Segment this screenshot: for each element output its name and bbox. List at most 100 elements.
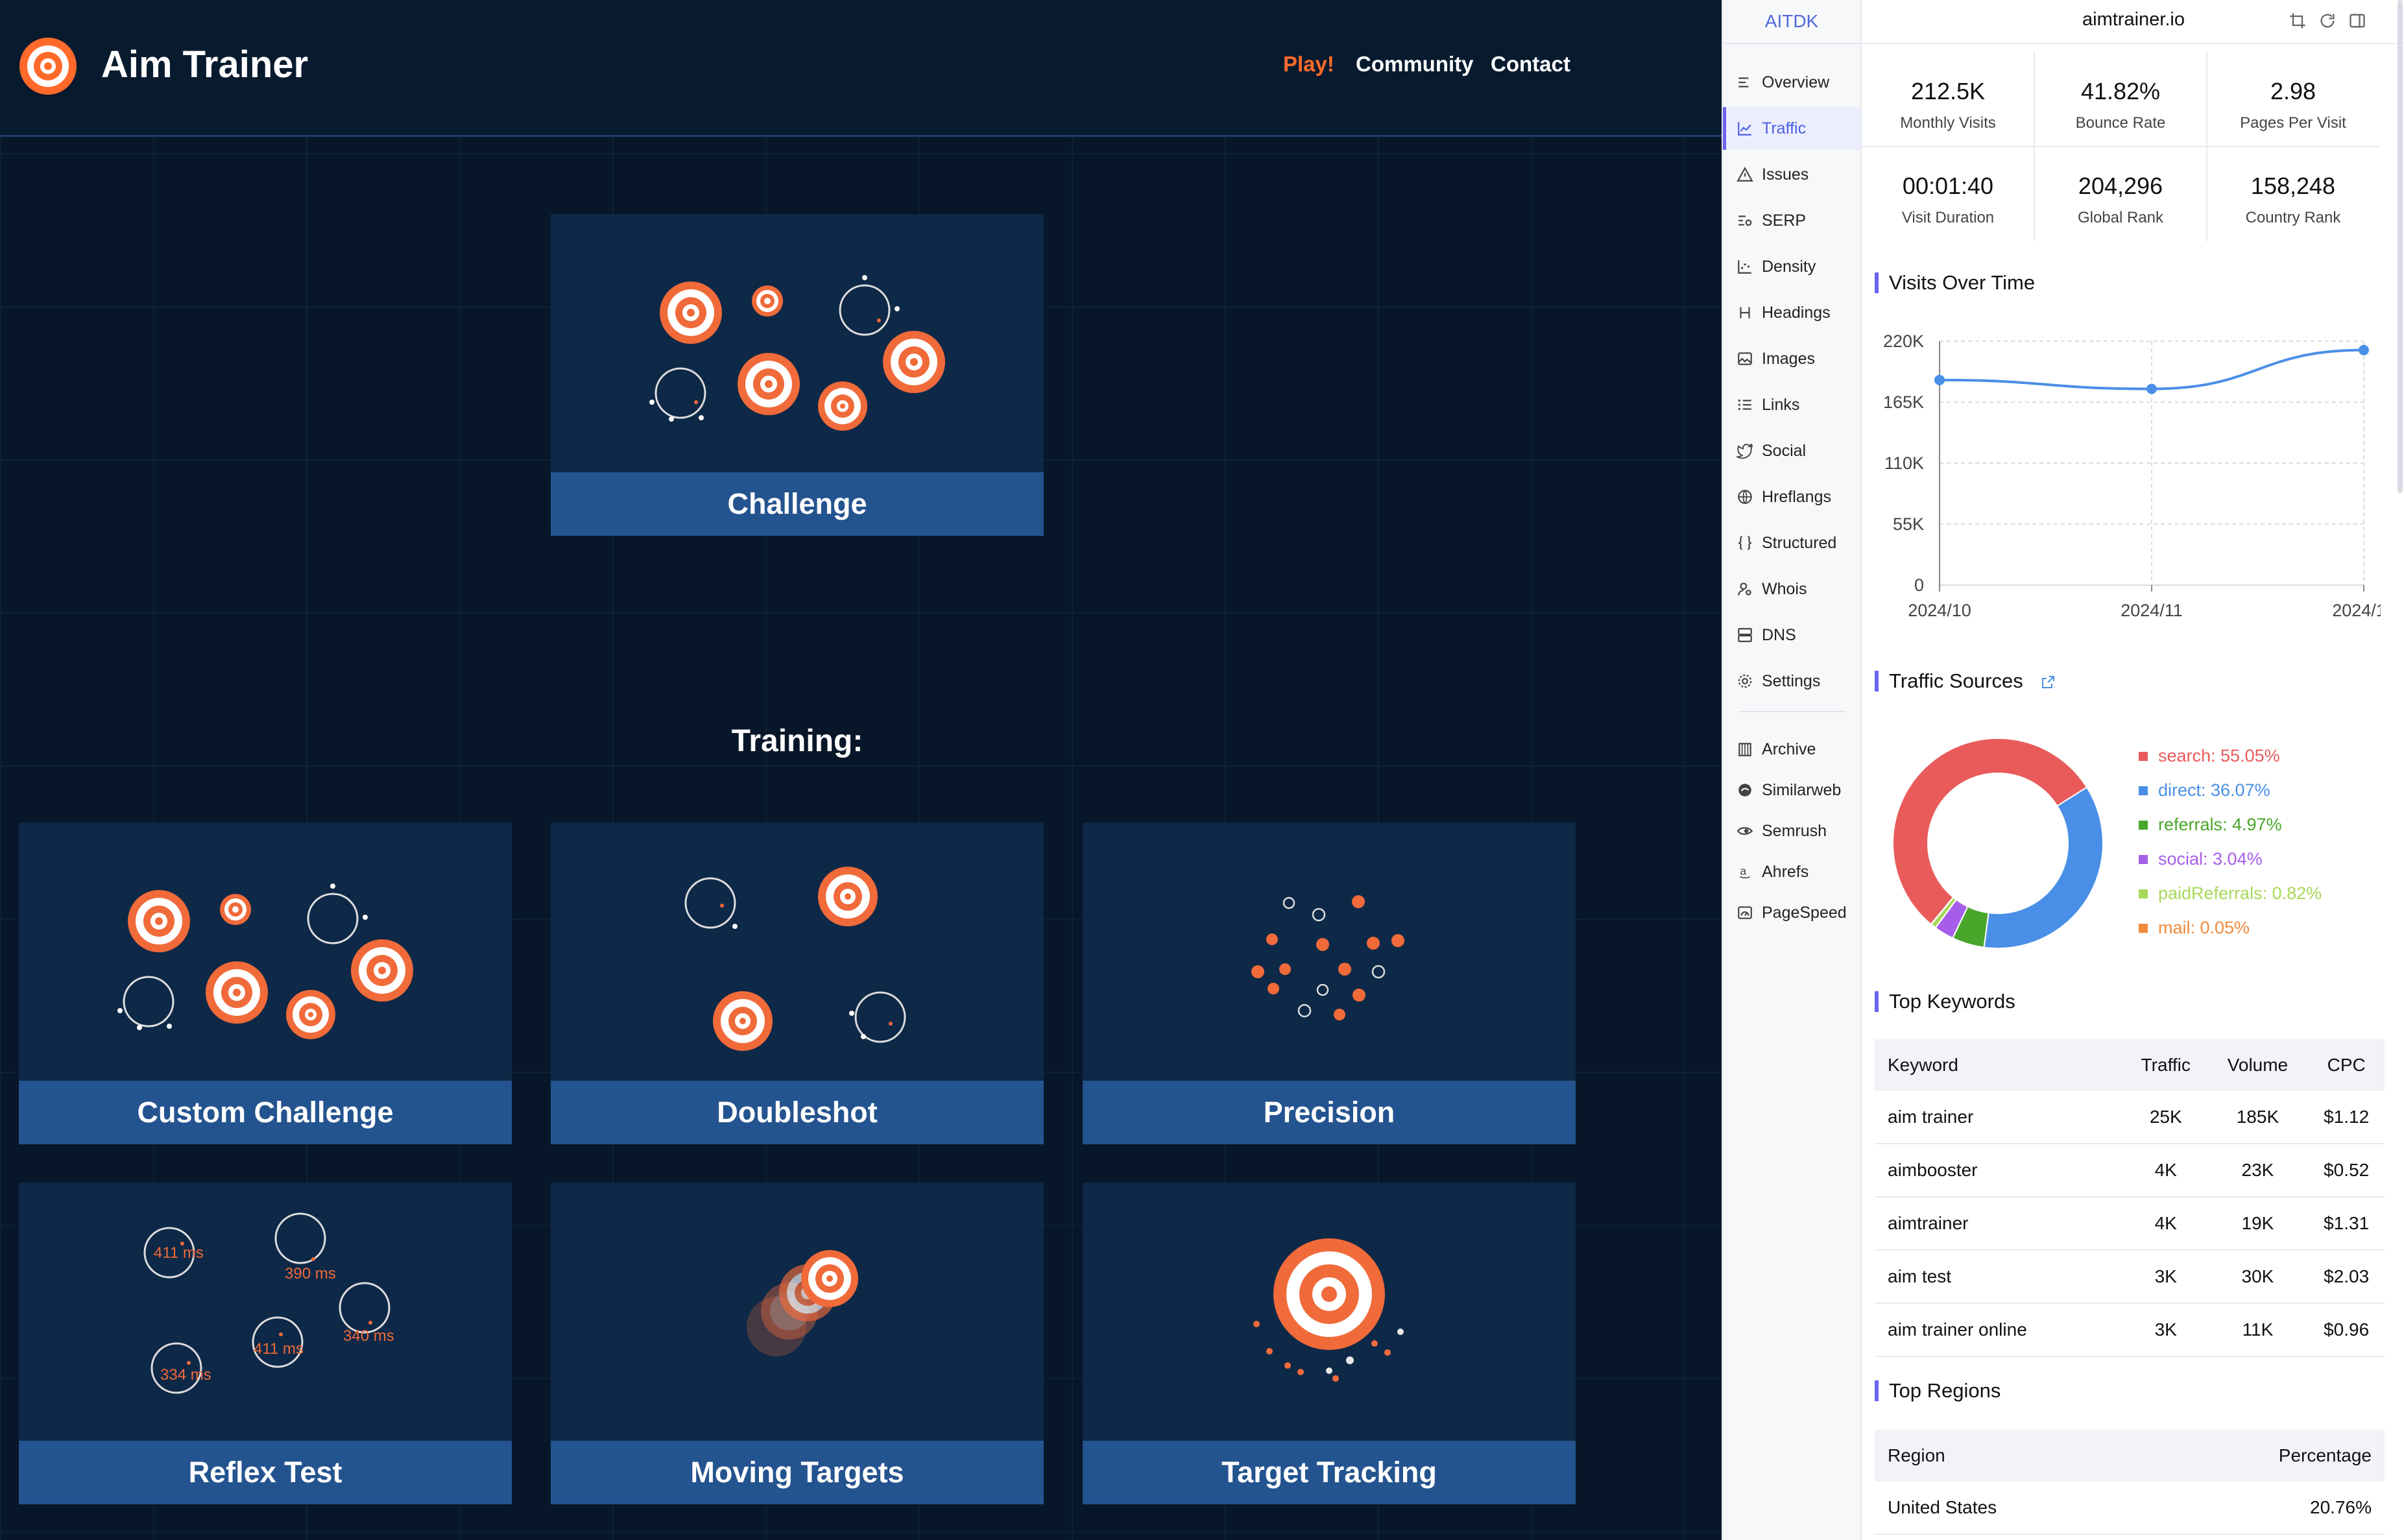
y-tick-label: 0 xyxy=(1914,575,1924,595)
ahrefs-icon: a xyxy=(1736,863,1754,881)
overview-icon xyxy=(1736,73,1754,91)
target-logo-icon[interactable] xyxy=(18,36,78,96)
legend-swatch xyxy=(2139,923,2148,933)
legend-swatch xyxy=(2139,854,2148,864)
precision-label[interactable]: Precision xyxy=(1083,1081,1576,1144)
doubleshot-card[interactable]: Doubleshot xyxy=(551,823,1044,1144)
legend-item-referrals[interactable]: referrals: 4.97% xyxy=(2139,815,2282,835)
legend-swatch xyxy=(2139,751,2148,761)
sidebar-item-serp[interactable]: SERP xyxy=(1723,199,1860,242)
sidebar-item-overview[interactable]: Overview xyxy=(1723,61,1860,104)
sidebar-item-ahrefs[interactable]: a Ahrefs xyxy=(1723,850,1860,893)
warning-icon xyxy=(1736,165,1754,184)
legend-swatch xyxy=(2139,820,2148,830)
svg-text:a: a xyxy=(1740,864,1746,877)
legend-item-paidReferrals[interactable]: paidReferrals: 0.82% xyxy=(2139,884,2322,904)
sidebar-item-label: Social xyxy=(1762,441,1807,460)
nav-play-link[interactable]: Play! xyxy=(1283,52,1334,77)
table-cell: 11K xyxy=(2207,1303,2309,1357)
table-row[interactable]: aimbooster 4K 23K $0.52 xyxy=(1875,1144,2385,1197)
precision-card[interactable]: Precision xyxy=(1083,823,1576,1144)
custom-challenge-card[interactable]: Custom Challenge xyxy=(19,823,512,1144)
challenge-label[interactable]: Challenge xyxy=(551,472,1044,536)
sidebar-item-structured[interactable]: Structured xyxy=(1723,522,1860,564)
table-cell: aimtrainer xyxy=(1875,1197,2124,1251)
table-header-cell: Keyword xyxy=(1875,1039,2124,1091)
sidebar-item-label: Traffic xyxy=(1762,119,1807,138)
doubleshot-label[interactable]: Doubleshot xyxy=(551,1081,1044,1144)
stat-label: Bounce Rate xyxy=(2075,114,2166,132)
x-tick-label: 2024/10 xyxy=(1908,601,1971,620)
stat-country-rank: 158,248 Country Rank xyxy=(2207,147,2379,239)
table-cell: $0.52 xyxy=(2308,1144,2385,1197)
sidebar-item-hreflangs[interactable]: Hreflangs xyxy=(1723,475,1860,518)
dock-layout-icon[interactable] xyxy=(2348,12,2366,30)
table-row[interactable]: aim trainer online 3K 11K $0.96 xyxy=(1875,1303,2385,1357)
reflex-test-label[interactable]: Reflex Test xyxy=(19,1441,512,1504)
sidebar-item-images[interactable]: Images xyxy=(1723,337,1860,380)
stats-grid: 212.5K Monthly Visits 41.82% Bounce Rate 2… xyxy=(1862,52,2379,241)
table-cell: 19K xyxy=(2207,1197,2309,1251)
sidebar-item-traffic[interactable]: Traffic xyxy=(1723,107,1860,150)
nav-community-link[interactable]: Community xyxy=(1356,52,1474,77)
legend-item-mail[interactable]: mail: 0.05% xyxy=(2139,918,2250,938)
reflex-test-card[interactable]: 411 ms 390 ms 411 ms 340 ms 334 ms Refle… xyxy=(19,1183,512,1504)
target-tracking-label[interactable]: Target Tracking xyxy=(1083,1441,1576,1504)
table-cell: $0.96 xyxy=(2308,1303,2385,1357)
custom-challenge-label[interactable]: Custom Challenge xyxy=(19,1081,512,1144)
sidebar-item-social[interactable]: Social xyxy=(1723,429,1860,472)
sidebar-item-density[interactable]: Density xyxy=(1723,245,1860,288)
sidebar-item-label: Archive xyxy=(1762,740,1816,758)
sidebar-item-semrush[interactable]: Semrush xyxy=(1723,810,1860,852)
precision-preview-image xyxy=(1251,895,1404,1020)
challenge-preview-image xyxy=(649,275,945,431)
sidebar-item-similarweb[interactable]: Similarweb xyxy=(1723,769,1860,812)
table-row[interactable]: aim test 3K 30K $2.03 xyxy=(1875,1250,2385,1304)
pie-slice-direct[interactable] xyxy=(1983,786,2104,949)
sidebar-item-label: Overview xyxy=(1762,73,1830,91)
table-cell: 185K xyxy=(2207,1091,2309,1144)
legend-item-direct[interactable]: direct: 36.07% xyxy=(2139,780,2270,800)
sidebar-item-headings[interactable]: Headings xyxy=(1723,291,1860,334)
legend-swatch xyxy=(2139,889,2148,898)
sidebar-item-archive[interactable]: Archive xyxy=(1723,728,1860,771)
visits-data-point xyxy=(2359,344,2369,355)
sidebar-item-dns[interactable]: DNS xyxy=(1723,614,1860,656)
target-icon xyxy=(660,282,722,344)
sidebar-item-label: Headings xyxy=(1762,303,1831,322)
links-icon xyxy=(1736,396,1754,414)
table-row[interactable]: United States 20.76% xyxy=(1875,1482,2385,1535)
table-row[interactable]: aimtrainer 4K 19K $1.31 xyxy=(1875,1197,2385,1251)
crop-icon[interactable] xyxy=(2289,12,2307,30)
twitter-icon xyxy=(1736,442,1754,460)
moving-targets-card[interactable]: Moving Targets xyxy=(551,1183,1044,1504)
sidebar-item-settings[interactable]: Settings xyxy=(1723,660,1860,703)
panel-scrollbar[interactable] xyxy=(2398,0,2403,493)
panel-topbar: aimtrainer.io xyxy=(1862,0,2404,44)
regions-table: Region Percentage United States 20.76% xyxy=(1875,1430,2385,1535)
sidebar-item-issues[interactable]: Issues xyxy=(1723,153,1860,196)
challenge-card[interactable]: Challenge xyxy=(551,214,1044,536)
table-row[interactable]: aim trainer 25K 185K $1.12 xyxy=(1875,1091,2385,1144)
legend-swatch xyxy=(2139,786,2148,795)
moving-targets-label[interactable]: Moving Targets xyxy=(551,1441,1044,1504)
external-link-icon[interactable] xyxy=(2040,675,2056,690)
aitdk-brand-tab[interactable]: AITDK xyxy=(1723,0,1860,44)
site-brand[interactable]: Aim Trainer xyxy=(101,43,308,86)
sidebar-item-whois[interactable]: Whois xyxy=(1723,568,1860,610)
stat-value: 00:01:40 xyxy=(1902,173,1994,199)
moving-targets-preview-image xyxy=(747,1250,858,1356)
sidebar-item-pagespeed[interactable]: PageSpeed xyxy=(1723,891,1860,934)
legend-item-search[interactable]: search: 55.05% xyxy=(2139,746,2280,766)
legend-label: paidReferrals: 0.82% xyxy=(2158,884,2322,903)
refresh-icon[interactable] xyxy=(2318,12,2337,30)
target-tracking-card[interactable]: Target Tracking xyxy=(1083,1183,1576,1504)
table-cell: 3K xyxy=(2124,1250,2207,1304)
sidebar-item-label: Structured xyxy=(1762,533,1837,552)
sidebar-item-links[interactable]: Links xyxy=(1723,383,1860,426)
y-tick-label: 55K xyxy=(1893,514,1924,534)
sidebar-item-label: PageSpeed xyxy=(1762,903,1847,922)
table-cell: 4K xyxy=(2124,1197,2207,1251)
nav-contact-link[interactable]: Contact xyxy=(1491,52,1570,77)
legend-item-social[interactable]: social: 3.04% xyxy=(2139,849,2263,869)
